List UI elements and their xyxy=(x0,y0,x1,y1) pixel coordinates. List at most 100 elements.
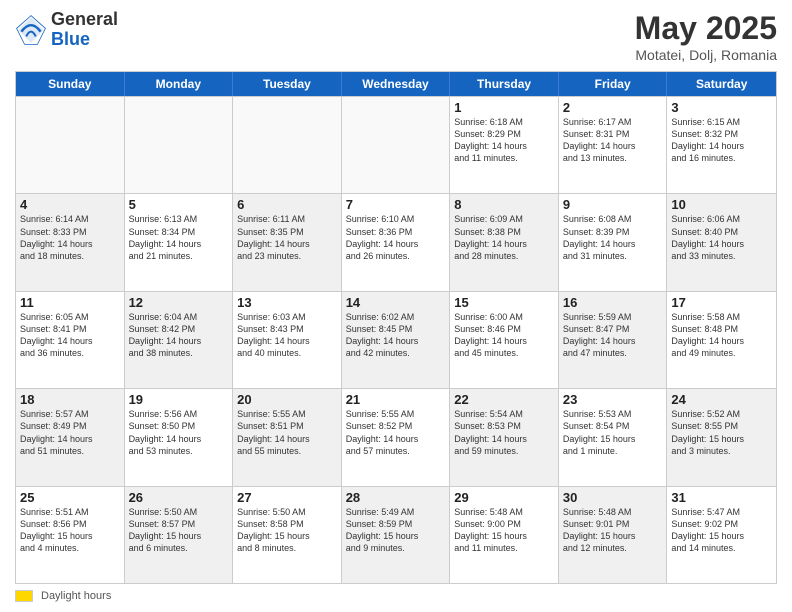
table-row: 17Sunrise: 5:58 AM Sunset: 8:48 PM Dayli… xyxy=(667,292,776,388)
day-detail: Sunrise: 5:59 AM Sunset: 8:47 PM Dayligh… xyxy=(563,311,663,360)
calendar: Sunday Monday Tuesday Wednesday Thursday… xyxy=(15,71,777,584)
day-detail: Sunrise: 6:15 AM Sunset: 8:32 PM Dayligh… xyxy=(671,116,772,165)
header-friday: Friday xyxy=(559,72,668,96)
calendar-week-4: 18Sunrise: 5:57 AM Sunset: 8:49 PM Dayli… xyxy=(16,388,776,485)
day-number: 9 xyxy=(563,197,663,212)
day-number: 6 xyxy=(237,197,337,212)
day-detail: Sunrise: 5:55 AM Sunset: 8:51 PM Dayligh… xyxy=(237,408,337,457)
header-sunday: Sunday xyxy=(16,72,125,96)
table-row: 2Sunrise: 6:17 AM Sunset: 8:31 PM Daylig… xyxy=(559,97,668,193)
table-row: 30Sunrise: 5:48 AM Sunset: 9:01 PM Dayli… xyxy=(559,487,668,583)
day-detail: Sunrise: 6:08 AM Sunset: 8:39 PM Dayligh… xyxy=(563,213,663,262)
table-row: 9Sunrise: 6:08 AM Sunset: 8:39 PM Daylig… xyxy=(559,194,668,290)
day-detail: Sunrise: 6:02 AM Sunset: 8:45 PM Dayligh… xyxy=(346,311,446,360)
day-detail: Sunrise: 6:17 AM Sunset: 8:31 PM Dayligh… xyxy=(563,116,663,165)
day-number: 11 xyxy=(20,295,120,310)
logo-general: General xyxy=(51,10,118,30)
table-row: 20Sunrise: 5:55 AM Sunset: 8:51 PM Dayli… xyxy=(233,389,342,485)
calendar-week-1: 1Sunrise: 6:18 AM Sunset: 8:29 PM Daylig… xyxy=(16,96,776,193)
table-row: 14Sunrise: 6:02 AM Sunset: 8:45 PM Dayli… xyxy=(342,292,451,388)
day-detail: Sunrise: 5:55 AM Sunset: 8:52 PM Dayligh… xyxy=(346,408,446,457)
daylight-swatch xyxy=(15,590,33,602)
table-row: 23Sunrise: 5:53 AM Sunset: 8:54 PM Dayli… xyxy=(559,389,668,485)
footer: Daylight hours xyxy=(15,590,777,602)
title-month: May 2025 xyxy=(635,10,777,47)
day-number: 27 xyxy=(237,490,337,505)
day-detail: Sunrise: 6:00 AM Sunset: 8:46 PM Dayligh… xyxy=(454,311,554,360)
day-detail: Sunrise: 5:49 AM Sunset: 8:59 PM Dayligh… xyxy=(346,506,446,555)
day-number: 20 xyxy=(237,392,337,407)
day-detail: Sunrise: 6:10 AM Sunset: 8:36 PM Dayligh… xyxy=(346,213,446,262)
table-row: 26Sunrise: 5:50 AM Sunset: 8:57 PM Dayli… xyxy=(125,487,234,583)
table-row: 4Sunrise: 6:14 AM Sunset: 8:33 PM Daylig… xyxy=(16,194,125,290)
table-row: 11Sunrise: 6:05 AM Sunset: 8:41 PM Dayli… xyxy=(16,292,125,388)
table-row xyxy=(125,97,234,193)
table-row: 31Sunrise: 5:47 AM Sunset: 9:02 PM Dayli… xyxy=(667,487,776,583)
logo-blue: Blue xyxy=(51,30,118,50)
header-wednesday: Wednesday xyxy=(342,72,451,96)
day-number: 22 xyxy=(454,392,554,407)
calendar-body: 1Sunrise: 6:18 AM Sunset: 8:29 PM Daylig… xyxy=(16,96,776,583)
page: General Blue May 2025 Motatei, Dolj, Rom… xyxy=(0,0,792,612)
day-detail: Sunrise: 6:05 AM Sunset: 8:41 PM Dayligh… xyxy=(20,311,120,360)
logo-icon xyxy=(15,14,47,46)
day-number: 30 xyxy=(563,490,663,505)
day-detail: Sunrise: 6:03 AM Sunset: 8:43 PM Dayligh… xyxy=(237,311,337,360)
day-detail: Sunrise: 6:04 AM Sunset: 8:42 PM Dayligh… xyxy=(129,311,229,360)
day-number: 28 xyxy=(346,490,446,505)
title-location: Motatei, Dolj, Romania xyxy=(635,47,777,63)
table-row xyxy=(233,97,342,193)
day-number: 3 xyxy=(671,100,772,115)
day-number: 10 xyxy=(671,197,772,212)
day-detail: Sunrise: 5:58 AM Sunset: 8:48 PM Dayligh… xyxy=(671,311,772,360)
day-number: 15 xyxy=(454,295,554,310)
table-row: 16Sunrise: 5:59 AM Sunset: 8:47 PM Dayli… xyxy=(559,292,668,388)
calendar-week-5: 25Sunrise: 5:51 AM Sunset: 8:56 PM Dayli… xyxy=(16,486,776,583)
day-number: 14 xyxy=(346,295,446,310)
title-block: May 2025 Motatei, Dolj, Romania xyxy=(635,10,777,63)
table-row: 21Sunrise: 5:55 AM Sunset: 8:52 PM Dayli… xyxy=(342,389,451,485)
day-detail: Sunrise: 6:14 AM Sunset: 8:33 PM Dayligh… xyxy=(20,213,120,262)
day-detail: Sunrise: 5:48 AM Sunset: 9:00 PM Dayligh… xyxy=(454,506,554,555)
day-detail: Sunrise: 5:50 AM Sunset: 8:57 PM Dayligh… xyxy=(129,506,229,555)
day-number: 1 xyxy=(454,100,554,115)
table-row: 24Sunrise: 5:52 AM Sunset: 8:55 PM Dayli… xyxy=(667,389,776,485)
day-number: 13 xyxy=(237,295,337,310)
day-number: 26 xyxy=(129,490,229,505)
calendar-week-2: 4Sunrise: 6:14 AM Sunset: 8:33 PM Daylig… xyxy=(16,193,776,290)
day-number: 18 xyxy=(20,392,120,407)
table-row: 15Sunrise: 6:00 AM Sunset: 8:46 PM Dayli… xyxy=(450,292,559,388)
footer-label: Daylight hours xyxy=(41,590,111,602)
table-row: 7Sunrise: 6:10 AM Sunset: 8:36 PM Daylig… xyxy=(342,194,451,290)
day-number: 5 xyxy=(129,197,229,212)
day-number: 17 xyxy=(671,295,772,310)
day-detail: Sunrise: 5:53 AM Sunset: 8:54 PM Dayligh… xyxy=(563,408,663,457)
table-row: 19Sunrise: 5:56 AM Sunset: 8:50 PM Dayli… xyxy=(125,389,234,485)
table-row: 6Sunrise: 6:11 AM Sunset: 8:35 PM Daylig… xyxy=(233,194,342,290)
day-number: 31 xyxy=(671,490,772,505)
day-detail: Sunrise: 5:50 AM Sunset: 8:58 PM Dayligh… xyxy=(237,506,337,555)
table-row: 28Sunrise: 5:49 AM Sunset: 8:59 PM Dayli… xyxy=(342,487,451,583)
day-detail: Sunrise: 6:11 AM Sunset: 8:35 PM Dayligh… xyxy=(237,213,337,262)
logo: General Blue xyxy=(15,10,118,50)
header-monday: Monday xyxy=(125,72,234,96)
day-detail: Sunrise: 6:06 AM Sunset: 8:40 PM Dayligh… xyxy=(671,213,772,262)
table-row: 3Sunrise: 6:15 AM Sunset: 8:32 PM Daylig… xyxy=(667,97,776,193)
table-row: 29Sunrise: 5:48 AM Sunset: 9:00 PM Dayli… xyxy=(450,487,559,583)
header-tuesday: Tuesday xyxy=(233,72,342,96)
table-row: 8Sunrise: 6:09 AM Sunset: 8:38 PM Daylig… xyxy=(450,194,559,290)
calendar-week-3: 11Sunrise: 6:05 AM Sunset: 8:41 PM Dayli… xyxy=(16,291,776,388)
table-row: 18Sunrise: 5:57 AM Sunset: 8:49 PM Dayli… xyxy=(16,389,125,485)
table-row xyxy=(342,97,451,193)
day-number: 19 xyxy=(129,392,229,407)
day-detail: Sunrise: 5:47 AM Sunset: 9:02 PM Dayligh… xyxy=(671,506,772,555)
day-detail: Sunrise: 6:09 AM Sunset: 8:38 PM Dayligh… xyxy=(454,213,554,262)
day-number: 2 xyxy=(563,100,663,115)
header-thursday: Thursday xyxy=(450,72,559,96)
day-number: 23 xyxy=(563,392,663,407)
calendar-header: Sunday Monday Tuesday Wednesday Thursday… xyxy=(16,72,776,96)
day-number: 29 xyxy=(454,490,554,505)
day-detail: Sunrise: 6:13 AM Sunset: 8:34 PM Dayligh… xyxy=(129,213,229,262)
day-number: 7 xyxy=(346,197,446,212)
table-row: 27Sunrise: 5:50 AM Sunset: 8:58 PM Dayli… xyxy=(233,487,342,583)
